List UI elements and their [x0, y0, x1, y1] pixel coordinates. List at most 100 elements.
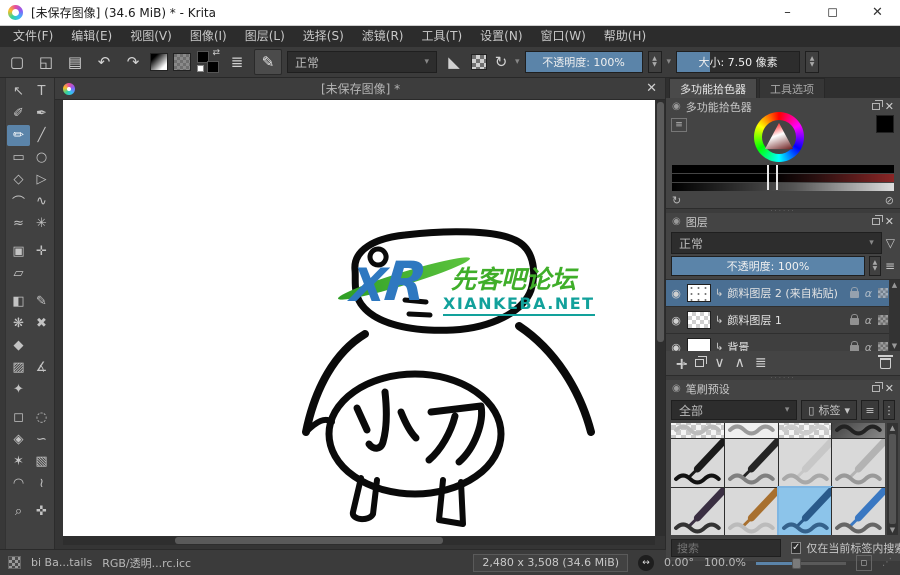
- opacity-slider[interactable]: 不透明度: 100%: [524, 51, 643, 73]
- calligraphy-tool[interactable]: ✒: [30, 103, 53, 124]
- menu-item-1[interactable]: 编辑(E): [62, 26, 121, 47]
- float-panel-icon[interactable]: [871, 100, 883, 110]
- image-size-button[interactable]: 2,480 x 3,508 (34.6 MiB): [473, 553, 629, 572]
- float-panel-icon[interactable]: [871, 215, 883, 225]
- dynamic-brush-tool[interactable]: ≈: [7, 213, 30, 234]
- menu-item-3[interactable]: 图像(I): [181, 26, 236, 47]
- dock-tab-0[interactable]: 多功能拾色器: [669, 78, 757, 98]
- dock-tab-1[interactable]: 工具选项: [759, 78, 825, 98]
- layer-list-scrollbar[interactable]: ▲ ▼: [889, 280, 900, 351]
- layer-name[interactable]: 颜料图层 1: [727, 312, 845, 328]
- redo-icon[interactable]: ↷: [121, 50, 145, 74]
- smart-patch-tool[interactable]: ✖: [30, 313, 53, 334]
- reference-images-tool[interactable]: ✦: [7, 379, 30, 400]
- open-document-icon[interactable]: ◱: [34, 50, 58, 74]
- minimize-button[interactable]: –: [765, 0, 810, 25]
- layer-name[interactable]: 颜料图层 2 (来自粘贴): [727, 285, 845, 301]
- new-document-icon[interactable]: ▢: [5, 50, 29, 74]
- zoom-slider-handle[interactable]: [792, 557, 801, 569]
- menu-item-9[interactable]: 窗口(W): [532, 26, 595, 47]
- brush-preset-2[interactable]: [777, 423, 833, 439]
- gamut-mask-off-icon[interactable]: ⊘: [885, 194, 894, 207]
- canvas[interactable]: X R 先客吧论坛 XIANKEBA.NET: [63, 100, 655, 536]
- choose-brush-preset-icon[interactable]: ≣: [225, 50, 249, 74]
- brush-preset-10[interactable]: [776, 486, 835, 535]
- shade-strip[interactable]: [672, 165, 894, 173]
- layer-row-1[interactable]: ◉ ↳ 颜料图层 1 α: [666, 307, 900, 334]
- scroll-down-icon[interactable]: ▼: [890, 526, 895, 534]
- bezier-curve-tool[interactable]: ⌒: [7, 191, 30, 212]
- line-tool[interactable]: ╱: [30, 125, 53, 146]
- select-shapes-tool[interactable]: ↖: [7, 81, 30, 102]
- layer-thumbnail[interactable]: [687, 338, 711, 351]
- close-panel-icon[interactable]: ✕: [885, 215, 894, 228]
- brush-preset-11[interactable]: [831, 486, 885, 535]
- menu-item-6[interactable]: 滤镜(R): [353, 26, 413, 47]
- pattern-chooser-icon[interactable]: [173, 53, 191, 71]
- layer-opacity-slider[interactable]: 不透明度: 100%: [671, 256, 865, 276]
- rect-select-tool[interactable]: ◻: [7, 407, 30, 428]
- layer-alpha-icon[interactable]: α: [865, 287, 872, 300]
- multibrush-tool[interactable]: ✳: [30, 213, 53, 234]
- chevron-down-icon[interactable]: ▾: [667, 57, 672, 67]
- similar-select-tool[interactable]: ✶: [7, 451, 30, 472]
- brush-preset-3[interactable]: [831, 423, 885, 439]
- docker-lock-icon[interactable]: ◉: [672, 101, 681, 112]
- undo-icon[interactable]: ↶: [92, 50, 116, 74]
- brush-preset-0[interactable]: [671, 423, 725, 439]
- ellipse-select-tool[interactable]: ◌: [30, 407, 53, 428]
- inherit-alpha-icon[interactable]: [878, 288, 888, 298]
- delete-layer-button[interactable]: [878, 354, 893, 369]
- tag-edit-button[interactable]: ⋮: [883, 400, 895, 420]
- outline-select-tool[interactable]: ▧: [30, 451, 53, 472]
- blend-mode-dropdown[interactable]: 正常 ▾: [287, 51, 437, 73]
- brush-size-spinner[interactable]: ▲ ▼: [805, 51, 820, 73]
- zoom-slider[interactable]: [756, 557, 846, 569]
- menu-item-0[interactable]: 文件(F): [4, 26, 62, 47]
- layer-alpha-icon[interactable]: α: [865, 341, 872, 352]
- gradient-chooser-icon[interactable]: [150, 53, 168, 71]
- menu-item-4[interactable]: 图层(L): [236, 26, 294, 47]
- close-panel-icon[interactable]: ✕: [885, 382, 894, 395]
- canvas-vertical-scrollbar[interactable]: [656, 100, 665, 536]
- brush-size-slider[interactable]: 大小: 7.50 像素: [676, 51, 801, 73]
- inherit-alpha-icon[interactable]: [878, 342, 888, 351]
- layer-name[interactable]: 背景: [727, 339, 845, 351]
- fill-tool[interactable]: ◆: [7, 335, 30, 356]
- pattern-edit-tool[interactable]: ❋: [7, 313, 30, 334]
- canvas-rotation-icon[interactable]: ↔: [638, 554, 655, 571]
- current-color-swatch[interactable]: [876, 115, 894, 133]
- measure-tool[interactable]: ∡: [30, 357, 53, 378]
- add-layer-button[interactable]: + ▾: [675, 354, 688, 373]
- move-layer-down-button[interactable]: ∨: [714, 355, 724, 371]
- layer-lock-icon[interactable]: [849, 341, 859, 351]
- crop-tool[interactable]: ▱: [7, 263, 30, 284]
- chevron-down-icon[interactable]: ▾: [515, 57, 520, 67]
- layer-lock-icon[interactable]: [849, 287, 859, 298]
- menu-item-2[interactable]: 视图(V): [121, 26, 181, 47]
- preset-scrollbar[interactable]: ▲ ▼: [887, 423, 898, 535]
- freehand-brush-tool[interactable]: ✏: [7, 125, 30, 146]
- resize-grip[interactable]: ⋰: [882, 557, 892, 568]
- shade-strip[interactable]: [672, 183, 894, 191]
- magnetic-select-tool[interactable]: ≀: [30, 473, 53, 494]
- close-panel-icon[interactable]: ✕: [885, 100, 894, 113]
- transform-tool[interactable]: ▣: [7, 241, 30, 262]
- maximize-button[interactable]: ◻: [810, 0, 855, 25]
- brush-preset-5[interactable]: [723, 437, 782, 488]
- freehand-select-tool[interactable]: ∽: [30, 429, 53, 450]
- brush-preset-4[interactable]: [671, 437, 728, 488]
- scroll-up-icon[interactable]: ▲: [890, 424, 895, 432]
- search-in-tag-checkbox[interactable]: ✓: [791, 542, 802, 554]
- color-triangle[interactable]: [764, 122, 794, 150]
- gradient-tool[interactable]: ◧: [7, 291, 30, 312]
- canvas-horizontal-scrollbar[interactable]: [63, 536, 655, 545]
- layer-visibility-icon[interactable]: ◉: [669, 341, 683, 352]
- foreground-background-colors[interactable]: ⇄: [196, 48, 220, 74]
- layer-blend-mode-dropdown[interactable]: 正常 ▾: [671, 232, 882, 254]
- display-mode-button[interactable]: ≡: [861, 400, 879, 420]
- menu-item-5[interactable]: 选择(S): [294, 26, 353, 47]
- menu-item-7[interactable]: 工具(T): [412, 26, 471, 47]
- duplicate-layer-button[interactable]: [695, 356, 708, 367]
- move-layer-up-button[interactable]: ∧: [735, 355, 745, 371]
